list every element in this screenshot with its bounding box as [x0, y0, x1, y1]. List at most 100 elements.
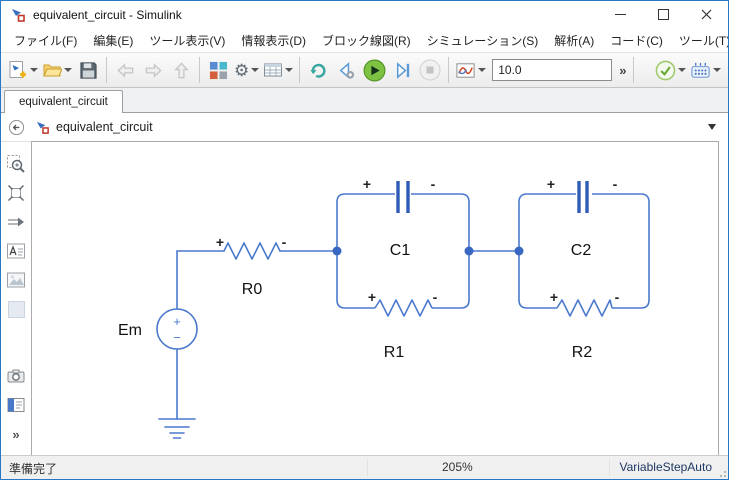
data-inspector-dropdown-icon[interactable]: [478, 68, 486, 72]
step-back-button[interactable]: [332, 56, 360, 84]
model-settings-button[interactable]: ⚙: [232, 56, 261, 84]
toolbar-separator: [633, 57, 634, 83]
browser-toggle-cell: [1, 119, 31, 136]
model-config-dropdown-icon[interactable]: [285, 68, 293, 72]
advisor-check-icon: [655, 60, 676, 81]
model-canvas[interactable]: + − Em + - R0 + - C1: [31, 141, 719, 455]
block-em-voltage-source[interactable]: + − Em: [118, 309, 197, 349]
menu-simulation[interactable]: シミュレーション(S): [419, 29, 547, 52]
new-model-icon: [8, 60, 28, 80]
scrollbar-gutter[interactable]: [719, 141, 728, 455]
back-button[interactable]: [111, 56, 139, 84]
c2-capacitor-plates[interactable]: [579, 181, 587, 213]
sim-stop-time-input[interactable]: [492, 59, 612, 81]
node-2[interactable]: [465, 247, 474, 256]
source-plus-sign: +: [173, 314, 181, 329]
model-advisor-button[interactable]: [653, 56, 688, 84]
image-button[interactable]: [5, 270, 27, 290]
toolbar-separator: [299, 57, 300, 83]
menu-tools[interactable]: ツール(T): [671, 29, 729, 52]
breadcrumb-model-name[interactable]: equivalent_circuit: [56, 120, 153, 134]
open-button[interactable]: [40, 56, 74, 84]
menu-diagram[interactable]: ブロック線図(R): [314, 29, 419, 52]
status-ready-text: 準備完了: [9, 460, 57, 477]
breadcrumb-dropdown-icon[interactable]: [708, 124, 716, 130]
close-icon: [701, 9, 712, 20]
step-forward-icon: [392, 60, 413, 81]
status-divider: [367, 459, 368, 476]
control-panel-dropdown-icon[interactable]: [713, 68, 721, 72]
menu-edit[interactable]: 編集(E): [85, 29, 141, 52]
c1-minus-sign: -: [431, 176, 436, 192]
node-3[interactable]: [515, 247, 524, 256]
c1-capacitor-plates[interactable]: [398, 181, 408, 213]
save-button[interactable]: [74, 56, 102, 84]
model-config-button[interactable]: [261, 56, 295, 84]
library-browser-button[interactable]: [204, 56, 232, 84]
hide-browser-icon[interactable]: [8, 119, 25, 136]
data-inspector-button[interactable]: [453, 56, 488, 84]
block-ground[interactable]: [159, 419, 195, 438]
circuit-svg: + − Em + - R0 + - C1: [32, 142, 718, 455]
r1-resistor[interactable]: [375, 300, 432, 316]
settings-gear-icon: ⚙: [234, 62, 249, 79]
library-browser-icon: [209, 61, 228, 80]
window-controls: [599, 1, 728, 28]
advisor-dropdown-icon[interactable]: [678, 68, 686, 72]
tab-equivalent-circuit[interactable]: equivalent_circuit: [4, 90, 123, 113]
minimize-button[interactable]: [599, 1, 642, 28]
menu-display[interactable]: 情報表示(D): [233, 29, 314, 52]
breadcrumb-bar: equivalent_circuit: [1, 113, 728, 141]
up-to-parent-button[interactable]: [167, 56, 195, 84]
update-model-button[interactable]: [304, 56, 332, 84]
palette-more-button[interactable]: »: [5, 424, 27, 444]
control-panel-icon: [690, 60, 711, 81]
menu-analysis[interactable]: 解析(A): [546, 29, 602, 52]
menu-file[interactable]: ファイル(F): [6, 29, 85, 52]
label-r2: R2: [572, 344, 593, 361]
run-button[interactable]: [360, 56, 388, 84]
forward-icon: [143, 60, 164, 81]
annotation-button[interactable]: [5, 241, 27, 261]
route-signal-button[interactable]: [5, 212, 27, 232]
menu-code[interactable]: コード(C): [602, 29, 671, 52]
open-dropdown-icon[interactable]: [64, 68, 72, 72]
up-icon: [171, 60, 192, 81]
toolbar-overflow-chevron[interactable]: »: [616, 63, 629, 78]
resize-grip-icon[interactable]: [717, 468, 726, 477]
run-icon: [363, 59, 386, 82]
maximize-button[interactable]: [642, 1, 685, 28]
new-model-dropdown-icon[interactable]: [30, 68, 38, 72]
stop-button[interactable]: [416, 56, 444, 84]
zoom-select-button[interactable]: [5, 154, 27, 174]
block-c2-r2-loop[interactable]: + - C2 + - R2: [519, 176, 649, 361]
status-solver[interactable]: VariableStepAuto: [619, 460, 712, 474]
source-minus-sign: −: [173, 330, 181, 345]
settings-dropdown-icon[interactable]: [251, 68, 259, 72]
close-button[interactable]: [685, 1, 728, 28]
block-c1-r1-loop[interactable]: + - C1 + - R1: [337, 176, 469, 361]
r0-minus-sign: -: [282, 234, 287, 250]
label-c2: C2: [571, 242, 592, 259]
step-forward-button[interactable]: [388, 56, 416, 84]
screenshot-button[interactable]: [5, 366, 27, 386]
r2-resistor[interactable]: [557, 300, 612, 316]
fit-to-view-button[interactable]: [5, 183, 27, 203]
r1-minus-sign: -: [433, 289, 438, 305]
breadcrumb: equivalent_circuit: [31, 120, 728, 135]
simulink-window: equivalent_circuit - Simulink ファイル(F) 編集…: [0, 0, 729, 480]
c2-minus-sign: -: [613, 176, 618, 192]
viewmarks-button[interactable]: [5, 395, 27, 415]
control-panel-button[interactable]: [688, 56, 723, 84]
title-bar: equivalent_circuit - Simulink: [1, 1, 728, 28]
menu-view[interactable]: ツール表示(V): [141, 29, 233, 52]
toolbar-separator: [448, 57, 449, 83]
area-button[interactable]: [5, 299, 27, 319]
node-1[interactable]: [333, 247, 342, 256]
wires[interactable]: [177, 251, 519, 419]
palette-sidebar: »: [1, 141, 31, 455]
forward-button[interactable]: [139, 56, 167, 84]
block-r0-resistor[interactable]: + - R0: [216, 234, 287, 298]
new-model-button[interactable]: [6, 56, 40, 84]
toolbar: ⚙: [1, 52, 728, 88]
